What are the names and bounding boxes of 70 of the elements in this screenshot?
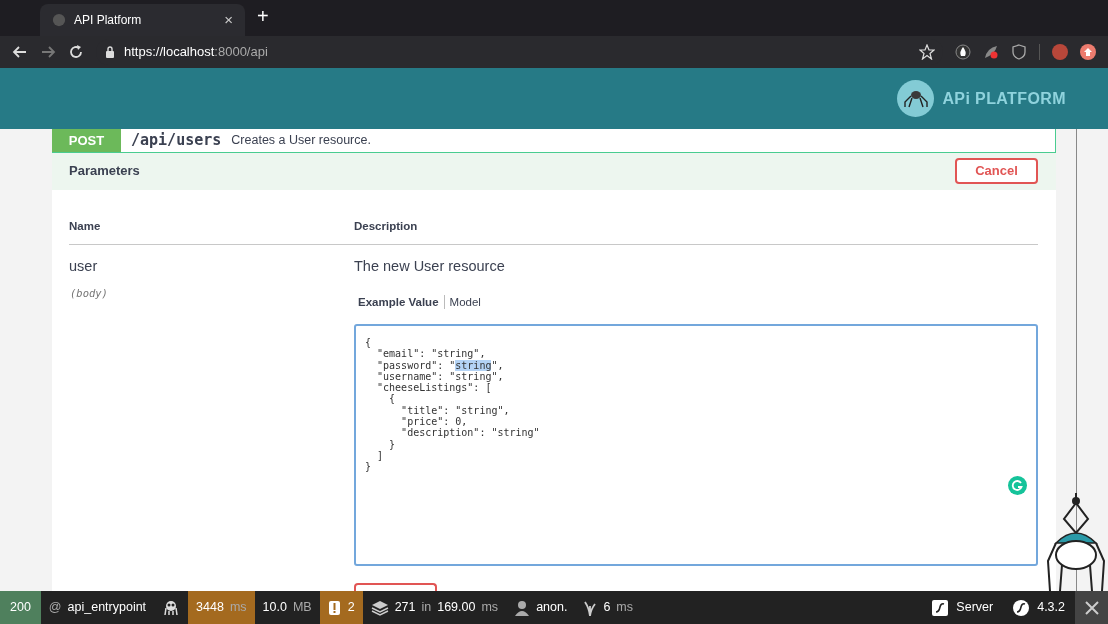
toolbar-panel[interactable]: 2 — [319, 591, 363, 624]
parameter-description: The new User resource — [354, 257, 506, 276]
ghost-icon — [162, 598, 181, 617]
unit-label: ms — [229, 599, 247, 617]
endpoint-path: /api/users — [131, 130, 222, 151]
layers-icon — [370, 599, 389, 616]
toolbar-value: 200 — [10, 599, 31, 617]
column-header: Description — [354, 218, 418, 234]
lock-icon — [104, 46, 116, 58]
feather-icon[interactable] — [983, 44, 999, 60]
forward-icon[interactable] — [40, 44, 56, 60]
cancel-button[interactable]: Cancel — [955, 158, 1038, 185]
toolbar-value: 2 — [347, 599, 355, 617]
close-tab-button[interactable]: × — [224, 8, 233, 32]
code-line: "password": "string", — [376, 359, 505, 371]
user-icon — [514, 599, 531, 616]
toolbar-value: api_entrypoint — [67, 599, 147, 617]
toolbar-panel[interactable]: 3448 ms — [188, 591, 255, 624]
toolbar-value: 6 — [603, 599, 611, 617]
code-line: ] — [376, 449, 385, 462]
code-line: { — [389, 393, 396, 405]
close-icon — [1084, 600, 1099, 615]
unit-label: in — [421, 599, 432, 617]
example-tab[interactable]: Example Value — [358, 293, 439, 311]
method-badge: POST — [52, 129, 121, 152]
example-editor[interactable]: { "email": "string", "password": "string", "username": "string", "cheeseListings": [ { "title": "string", "price": 0, "description": "string" } ] } — [354, 324, 1038, 566]
toolbar-value: Server — [956, 599, 994, 617]
code-line: "price": 0, — [400, 416, 468, 428]
toolbar-value: 271 — [394, 599, 416, 617]
code-line: "description": "string" — [400, 427, 541, 439]
unit-label: ms — [481, 599, 499, 617]
logo-text: APi PLATFORM — [942, 88, 1066, 109]
shield-icon[interactable] — [1011, 44, 1027, 60]
alert-icon — [327, 599, 342, 616]
logo-icon — [897, 80, 935, 117]
code-line: "cheeseListings": [ — [376, 382, 492, 394]
tab-title: API Platform — [74, 12, 143, 29]
code-line: } — [365, 461, 373, 473]
close-toolbar-button[interactable] — [1075, 591, 1108, 624]
new-tab-button[interactable]: + — [257, 1, 269, 31]
code-line: "username": "string", — [376, 370, 505, 383]
code-line: } — [388, 438, 397, 450]
example-tab[interactable]: Model — [449, 293, 481, 311]
reload-icon[interactable] — [68, 44, 84, 60]
column-header: Name — [69, 218, 102, 234]
back-icon[interactable] — [12, 44, 28, 60]
url-path: :8000/api — [214, 43, 268, 62]
operation-summary: Creates a User resource. — [231, 131, 371, 149]
code-line: { — [365, 337, 373, 349]
url-host: https://localhost — [124, 43, 215, 62]
extension-icon[interactable] — [1080, 44, 1096, 60]
unit-label: @ — [48, 599, 62, 617]
toolbar-value: 169.00 — [437, 599, 476, 617]
toolbar-value: 4.3.2 — [1037, 599, 1065, 617]
toolbar-value: 10.0 — [262, 599, 287, 617]
code-line: "email": "string", — [376, 348, 487, 360]
parameter-location: (body) — [69, 285, 109, 301]
parameter-name: user — [69, 257, 99, 276]
toolbar-value: 3448 — [196, 599, 224, 617]
unit-label: ms — [616, 599, 634, 617]
section-title: Parameters — [69, 162, 140, 181]
toolbar-value: anon. — [536, 599, 568, 617]
grammarly-icon — [1008, 476, 1027, 495]
code-line: "title": "string", — [400, 404, 511, 417]
leaf-icon — [583, 599, 598, 616]
star-icon[interactable] — [919, 44, 935, 60]
browser-tab[interactable]: API Platform × — [40, 4, 245, 36]
toolbar-panel[interactable]: 200 — [0, 591, 41, 624]
unit-label: MB — [292, 599, 312, 617]
avatar-icon[interactable] — [1052, 44, 1068, 60]
